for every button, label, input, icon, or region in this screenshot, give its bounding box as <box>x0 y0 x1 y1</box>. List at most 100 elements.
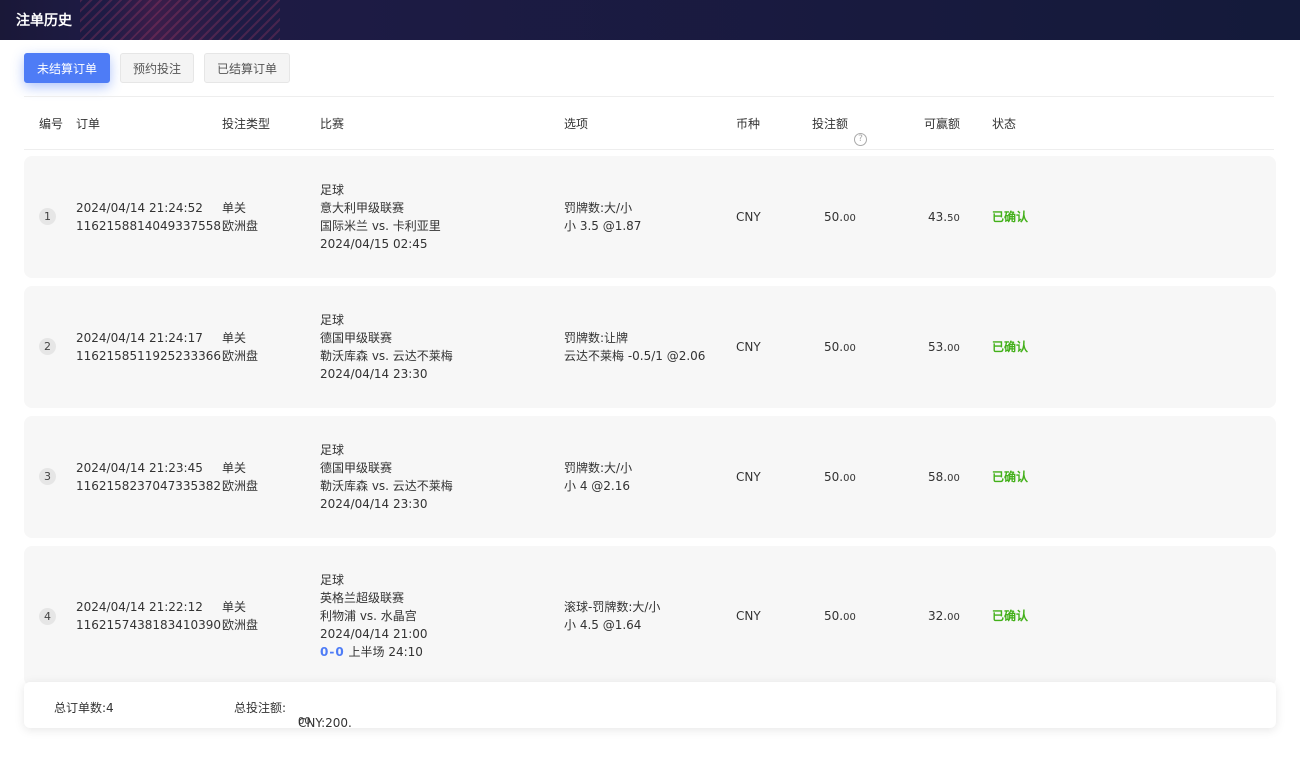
league: 意大利甲级联赛 <box>320 201 405 215</box>
currency: CNY <box>736 470 761 484</box>
match-time: 2024/04/14 23:30 <box>320 367 428 381</box>
order-time: 2024/04/14 21:23:45 <box>76 461 203 475</box>
table-row: 1 2024/04/14 21:24:52 116215881404933755… <box>24 156 1276 278</box>
col-order: 订单 <box>76 117 101 131</box>
option-market: 罚牌数:大/小 <box>564 201 633 215</box>
order-id: 1162157438183410390 <box>76 618 222 632</box>
payout-amount: 53.00 <box>928 338 960 358</box>
help-icon[interactable]: ? <box>854 133 868 146</box>
total-orders: 总订单数:4 <box>54 701 114 715</box>
payout-int: 53. <box>928 340 948 354</box>
sport: 足球 <box>320 313 345 327</box>
payout-dec: 00 <box>947 473 960 484</box>
stake-int: 50. <box>824 609 844 623</box>
status-badge: 已确认 <box>992 210 1029 224</box>
tab-unsettled[interactable]: 未结算订单 <box>24 53 111 83</box>
option-market: 滚球-罚牌数:大/小 <box>564 600 661 614</box>
stake-amount: 50.00 <box>824 338 856 358</box>
currency: CNY <box>736 210 761 224</box>
odds-type: 欧洲盘 <box>222 219 259 233</box>
sport: 足球 <box>320 573 345 587</box>
stake-int: 50. <box>824 340 844 354</box>
stake-dec: 00 <box>843 343 856 354</box>
table-row: 4 2024/04/14 21:22:12 116215743818341039… <box>24 546 1276 686</box>
currency: CNY <box>736 609 761 623</box>
bet-type: 单关 <box>222 461 247 475</box>
live-period: 上半场 <box>348 645 385 659</box>
col-index: 编号 <box>39 117 64 131</box>
col-option: 选项 <box>564 117 589 131</box>
status-badge: 已确认 <box>992 340 1029 354</box>
order-time: 2024/04/14 21:24:17 <box>76 331 203 345</box>
stake-amount: 50.00 <box>824 468 856 488</box>
row-index-badge: 1 <box>39 208 56 225</box>
col-stake-label: 投注额 <box>812 117 849 131</box>
payout-int: 32. <box>928 609 948 623</box>
live-clock: 24:10 <box>388 645 423 659</box>
payout-dec: 00 <box>947 612 960 623</box>
order-time: 2024/04/14 21:24:52 <box>76 201 203 215</box>
option-market: 罚牌数:大/小 <box>564 461 633 475</box>
stake-int: 50. <box>824 470 844 484</box>
col-match: 比赛 <box>320 117 345 131</box>
header-decoration <box>80 0 280 40</box>
row-index-badge: 4 <box>39 608 56 625</box>
payout-amount: 32.00 <box>928 607 960 627</box>
teams: 勒沃库森 vs. 云达不莱梅 <box>320 349 453 363</box>
stake-dec: 00 <box>843 612 856 623</box>
currency: CNY <box>736 340 761 354</box>
status-badge: 已确认 <box>992 609 1029 623</box>
payout-dec: 00 <box>947 343 960 354</box>
table-row: 2 2024/04/14 21:24:17 116215851192523336… <box>24 286 1276 408</box>
bet-type: 单关 <box>222 201 247 215</box>
live-score: 0-0 <box>320 645 345 659</box>
option-market: 罚牌数:让牌 <box>564 331 629 345</box>
order-tabs: 未结算订单 预约投注 已结算订单 <box>24 53 291 83</box>
match-time: 2024/04/14 21:00 <box>320 627 428 641</box>
stake-amount: 50.00 <box>824 208 856 228</box>
odds-type: 欧洲盘 <box>222 618 259 632</box>
match-time: 2024/04/15 02:45 <box>320 237 428 251</box>
teams: 国际米兰 vs. 卡利亚里 <box>320 219 441 233</box>
stake-int: 50. <box>824 210 844 224</box>
match-time: 2024/04/14 23:30 <box>320 497 428 511</box>
order-id: 1162158237047335382 <box>76 479 222 493</box>
option-pick: 小 4 @2.16 <box>564 479 630 493</box>
table-header: 编号 订单 投注类型 比赛 选项 币种 投注额? 可赢额 状态 <box>24 96 1274 150</box>
order-time: 2024/04/14 21:22:12 <box>76 600 203 614</box>
option-pick: 小 3.5 @1.87 <box>564 219 642 233</box>
order-id: 1162158511925233366 <box>76 349 222 363</box>
status-badge: 已确认 <box>992 470 1029 484</box>
payout-amount: 58.00 <box>928 468 960 488</box>
teams: 利物浦 vs. 水晶宫 <box>320 609 417 623</box>
tab-settled[interactable]: 已结算订单 <box>204 53 291 83</box>
col-status: 状态 <box>992 117 1017 131</box>
col-currency: 币种 <box>736 117 761 131</box>
order-id: 1162158814049337558 <box>76 219 222 233</box>
row-index-badge: 2 <box>39 338 56 355</box>
bet-type: 单关 <box>222 331 247 345</box>
top-bar: 注单历史 <box>0 0 1300 40</box>
option-pick: 小 4.5 @1.64 <box>564 618 642 632</box>
col-bet-type: 投注类型 <box>222 117 271 131</box>
odds-type: 欧洲盘 <box>222 479 259 493</box>
sport: 足球 <box>320 443 345 457</box>
payout-int: 43. <box>928 210 948 224</box>
page-title: 注单历史 <box>16 13 72 29</box>
option-pick: 云达不莱梅 -0.5/1 @2.06 <box>564 349 706 363</box>
total-stake-dec: 00 <box>298 716 311 727</box>
stake-dec: 00 <box>843 213 856 224</box>
stake-dec: 00 <box>843 473 856 484</box>
bet-type: 单关 <box>222 600 247 614</box>
league: 德国甲级联赛 <box>320 331 393 345</box>
summary-footer: 总订单数:4 总投注额: CNY:200. 00 <box>24 682 1276 730</box>
payout-amount: 43.50 <box>928 208 960 228</box>
row-index-badge: 3 <box>39 468 56 485</box>
col-payout: 可赢额 <box>924 117 961 131</box>
payout-int: 58. <box>928 470 948 484</box>
tab-reserved[interactable]: 预约投注 <box>120 53 195 83</box>
league: 德国甲级联赛 <box>320 461 393 475</box>
total-stake-label: 总投注额: <box>234 701 287 715</box>
league: 英格兰超级联赛 <box>320 591 405 605</box>
col-stake: 投注额? <box>812 115 868 146</box>
